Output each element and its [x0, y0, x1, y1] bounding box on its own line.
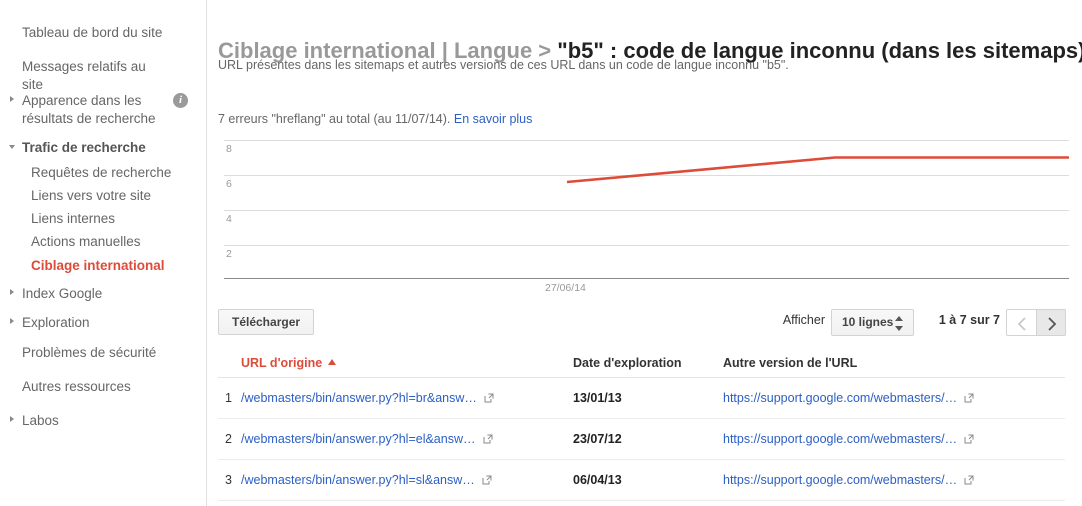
chevron-down-icon[interactable] [9, 145, 15, 149]
spinner-updown-icon [895, 316, 904, 331]
sidebar: Tableau de bord du site Messages relatifs… [0, 0, 207, 506]
crawl-date: 06/04/13 [573, 473, 622, 487]
sidebar-item-tableau-de-bord-du-site[interactable]: Tableau de bord du site [0, 24, 206, 42]
sidebar-item-ciblage-international[interactable]: Ciblage international [0, 257, 206, 275]
chevron-right-icon[interactable] [10, 289, 14, 295]
next-page-button[interactable] [1036, 309, 1066, 336]
hreflang-errors-chart: 8 6 4 2 27/06/14 [212, 135, 1069, 295]
sidebar-item-messages-relatifs-au-site[interactable]: Messages relatifs au site [0, 58, 206, 94]
table-row: 2/webmasters/bin/answer.py?hl=el&answ… 23… [218, 419, 1065, 460]
sidebar-item-label: Exploration [22, 314, 192, 332]
alt-url-text: https://support.google.com/webmasters/… [723, 432, 957, 446]
origin-url-link[interactable]: /webmasters/bin/answer.py?hl=sl&answ… [241, 473, 492, 487]
origin-url-text: /webmasters/bin/answer.py?hl=br&answ… [241, 391, 477, 405]
external-link-icon [483, 434, 493, 444]
sort-ascending-icon [328, 359, 336, 365]
sidebar-item-liens-vers-votre-site[interactable]: Liens vers votre site [0, 187, 206, 205]
sidebar-item-label: Requêtes de recherche [31, 164, 192, 182]
external-link-icon [964, 475, 974, 485]
chevron-right-icon [1037, 310, 1065, 335]
sidebar-item-probl-mes-de-s-curit[interactable]: Problèmes de sécurité [0, 344, 206, 362]
column-header-alt-url[interactable]: Autre version de l'URL [723, 356, 857, 370]
sidebar-item-labos[interactable]: Labos [0, 412, 206, 430]
row-index: 3 [225, 473, 232, 487]
table-row: 3/webmasters/bin/answer.py?hl=sl&answ… 06… [218, 460, 1065, 501]
info-icon[interactable]: i [173, 93, 188, 108]
chevron-right-icon[interactable] [10, 318, 14, 324]
rows-per-page-select[interactable]: 10 lignes [831, 309, 914, 336]
sidebar-item-label: Labos [22, 412, 192, 430]
origin-url-link[interactable]: /webmasters/bin/answer.py?hl=br&answ… [241, 391, 494, 405]
page-description: URL présentes dans les sitemaps et autre… [218, 58, 789, 72]
origin-url-text: /webmasters/bin/answer.py?hl=sl&answ… [241, 473, 475, 487]
urls-table: URL d'origine Date d'exploration Autre v… [218, 348, 1065, 501]
sidebar-item-label: Actions manuelles [31, 233, 192, 251]
row-index: 1 [225, 391, 232, 405]
chart-plot-area: 8 6 4 2 27/06/14 [212, 135, 1069, 295]
external-link-icon [484, 393, 494, 403]
sidebar-item-label: Index Google [22, 285, 192, 303]
error-summary-text: 7 erreurs "hreflang" au total (au 11/07/… [218, 112, 454, 126]
sidebar-item-label: Problèmes de sécurité [22, 344, 192, 362]
chart-line-series [212, 135, 1069, 295]
table-header-row: URL d'origine Date d'exploration Autre v… [218, 348, 1065, 378]
table-toolbar: Télécharger Afficher 10 lignes 1 à 7 sur… [207, 300, 1082, 345]
alt-url-link[interactable]: https://support.google.com/webmasters/… [723, 432, 974, 446]
crawl-date: 23/07/12 [573, 432, 622, 446]
chevron-left-icon [1007, 310, 1036, 335]
sidebar-item-trafic-de-recherche[interactable]: Trafic de recherche [0, 139, 206, 157]
sidebar-item-liens-internes[interactable]: Liens internes [0, 210, 206, 228]
main-content: Ciblage international | Langue > "b5" : … [207, 0, 1082, 506]
download-button[interactable]: Télécharger [218, 309, 314, 335]
alt-url-text: https://support.google.com/webmasters/… [723, 473, 957, 487]
sidebar-item-actions-manuelles[interactable]: Actions manuelles [0, 233, 206, 251]
sidebar-item-autres-ressources[interactable]: Autres ressources [0, 378, 206, 396]
error-summary: 7 erreurs "hreflang" au total (au 11/07/… [218, 112, 532, 126]
chevron-right-icon[interactable] [10, 416, 14, 422]
sidebar-item-label: Autres ressources [22, 378, 192, 396]
alt-url-text: https://support.google.com/webmasters/… [723, 391, 957, 405]
column-header-crawl-date[interactable]: Date d'exploration [573, 356, 682, 370]
table-row: 1/webmasters/bin/answer.py?hl=br&answ… 13… [218, 378, 1065, 419]
origin-url-link[interactable]: /webmasters/bin/answer.py?hl=el&answ… [241, 432, 493, 446]
chevron-right-icon[interactable] [10, 96, 14, 102]
pagination-range-label: 1 à 7 sur 7 [939, 313, 1000, 327]
origin-url-text: /webmasters/bin/answer.py?hl=el&answ… [241, 432, 476, 446]
sidebar-item-exploration[interactable]: Exploration [0, 314, 206, 332]
learn-more-link[interactable]: En savoir plus [454, 112, 533, 126]
search-console-page: Tableau de bord du site Messages relatifs… [0, 0, 1082, 506]
external-link-icon [964, 434, 974, 444]
alt-url-link[interactable]: https://support.google.com/webmasters/… [723, 473, 974, 487]
sidebar-item-apparence-dans-les-r-sultats-de-recherche[interactable]: Apparence dans les résultats de recherch… [0, 92, 206, 128]
crawl-date: 13/01/13 [573, 391, 622, 405]
sidebar-item-label: Tableau de bord du site [22, 24, 192, 42]
column-header-origin-url[interactable]: URL d'origine [241, 356, 336, 370]
sidebar-item-label: Apparence dans les résultats de recherch… [22, 92, 157, 128]
row-index: 2 [225, 432, 232, 446]
sidebar-item-label: Liens internes [31, 210, 192, 228]
rows-per-page-label: Afficher [783, 313, 825, 327]
rows-per-page-value: 10 lignes [842, 315, 893, 329]
alt-url-link[interactable]: https://support.google.com/webmasters/… [723, 391, 974, 405]
column-header-origin-url-label: URL d'origine [241, 356, 322, 370]
sidebar-item-label: Trafic de recherche [22, 139, 192, 157]
external-link-icon [482, 475, 492, 485]
previous-page-button[interactable] [1006, 309, 1036, 336]
sidebar-item-index-google[interactable]: Index Google [0, 285, 206, 303]
sidebar-item-label: Ciblage international [31, 257, 192, 275]
external-link-icon [964, 393, 974, 403]
sidebar-item-requ-tes-de-recherche[interactable]: Requêtes de recherche [0, 164, 206, 182]
sidebar-item-label: Liens vers votre site [31, 187, 192, 205]
sidebar-item-label: Messages relatifs au site [22, 58, 157, 94]
x-axis-tick: 27/06/14 [545, 282, 586, 294]
